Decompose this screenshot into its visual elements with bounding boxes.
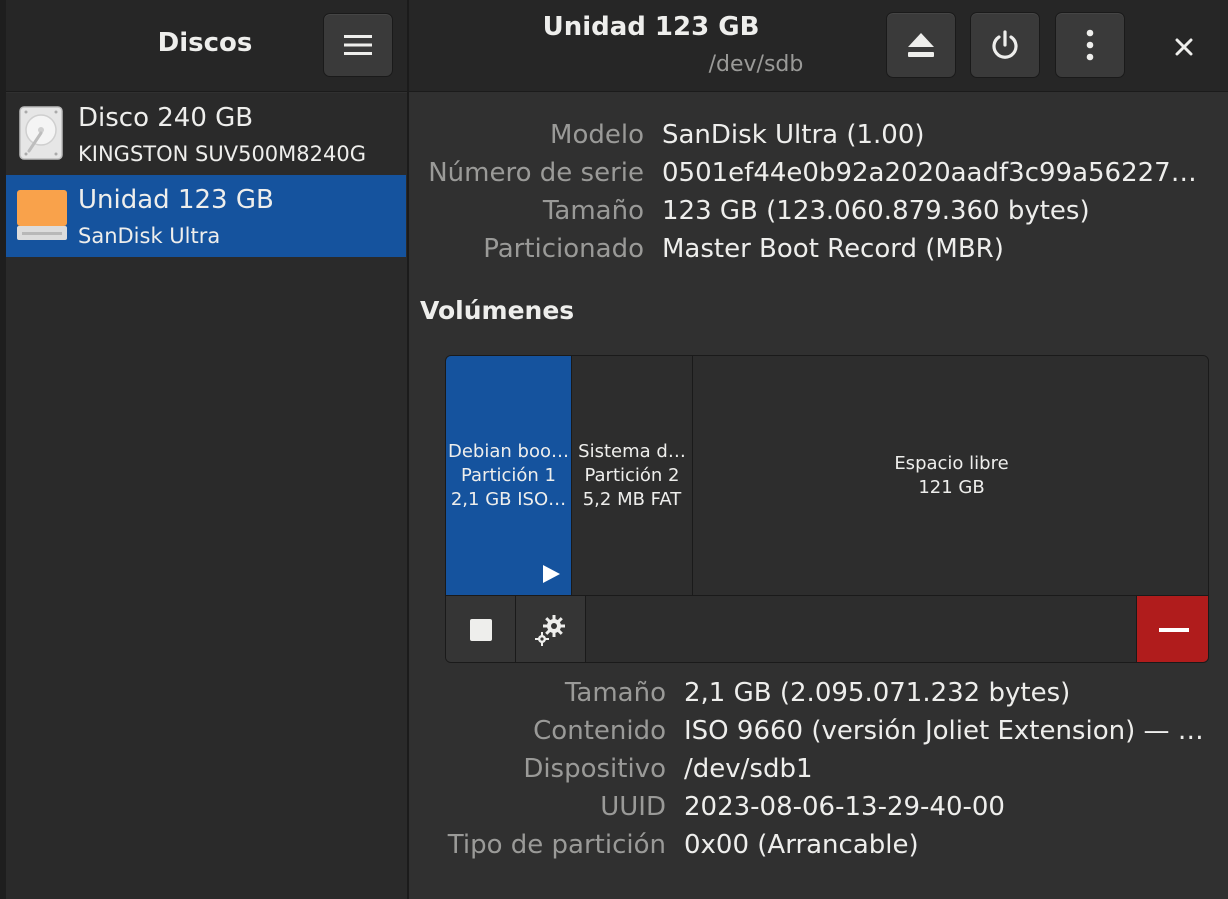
volume-size-type: 5,2 MB FAT (582, 488, 682, 510)
partitioning-value: Master Boot Record (MBR) (662, 234, 1004, 264)
gears-icon (534, 615, 565, 646)
disk-model: KINGSTON SUV500M8240G (78, 142, 367, 166)
drive-options-button[interactable] (1055, 12, 1125, 78)
volume-label: Debian boo… (448, 440, 569, 462)
volume-size: 121 GB (918, 476, 985, 498)
partitioning-label: Particionado (483, 234, 644, 264)
mounted-play-icon (543, 565, 560, 583)
drive-title: Unidad 123 GB (542, 12, 760, 42)
volume-free-space[interactable]: Espacio libre 121 GB (692, 356, 1208, 595)
disks-window: Discos Disco 240 GB KINGSTON SUV500M8240… (6, 0, 1228, 899)
volume-settings-button[interactable] (516, 596, 586, 662)
volume-partition-1[interactable]: Debian boo… Partición 1 2,1 GB ISO… (446, 356, 571, 595)
partition-type-value: 0x00 (Arrancable) (684, 830, 919, 860)
power-off-button[interactable] (970, 12, 1040, 78)
volume-toolbar (446, 595, 1208, 662)
volume-map: Debian boo… Partición 1 2,1 GB ISO… Sist… (445, 355, 1209, 663)
volume-partition-2[interactable]: Sistema d… Partición 2 5,2 MB FAT (571, 356, 692, 595)
device-value: /dev/sdb1 (684, 754, 813, 784)
disk-list-item[interactable]: Disco 240 GB KINGSTON SUV500M8240G (6, 93, 406, 175)
content-value: ISO 9660 (versión Joliet Extension) — … (684, 716, 1204, 746)
size-value: 123 GB (123.060.879.360 bytes) (662, 196, 1090, 226)
stop-icon (469, 619, 492, 641)
hamburger-menu-icon (344, 35, 372, 55)
uuid-value: 2023-08-06-13-29-40-00 (684, 792, 1005, 822)
serial-label: Número de serie (428, 158, 644, 188)
disk-model: SanDisk Ultra (78, 224, 221, 248)
disk-name: Unidad 123 GB (78, 185, 274, 215)
header-bar: Unidad 123 GB /dev/sdb (409, 0, 1228, 92)
disk-name: Disco 240 GB (78, 103, 254, 133)
minus-icon (1158, 628, 1189, 632)
disk-list-item-selected[interactable]: Unidad 123 GB SanDisk Ultra (6, 175, 406, 257)
close-button[interactable] (1167, 30, 1201, 64)
eject-button[interactable] (886, 12, 956, 78)
volume-label: Sistema d… (578, 440, 686, 462)
volume-size-value: 2,1 GB (2.095.071.232 bytes) (684, 678, 1071, 708)
usb-drive-icon (17, 190, 67, 240)
close-icon (1175, 38, 1193, 56)
main-menu-button[interactable] (323, 13, 393, 77)
drive-subtitle: /dev/sdb (708, 52, 804, 77)
eject-icon (908, 33, 934, 57)
sidebar-header: Discos (6, 0, 407, 92)
volume-label: Espacio libre (894, 452, 1009, 474)
serial-value: 0501ef44e0b92a2020aadf3c99a56227… (662, 158, 1197, 188)
hard-disk-icon (19, 106, 63, 160)
volumes-title: Volúmenes (420, 296, 575, 325)
content-label: Contenido (533, 716, 666, 746)
size-label: Tamaño (542, 196, 644, 226)
stop-volume-button[interactable] (446, 596, 516, 662)
disk-list: Disco 240 GB KINGSTON SUV500M8240G Unida… (6, 93, 407, 899)
volume-size-label: Tamaño (564, 678, 666, 708)
uuid-label: UUID (600, 792, 666, 822)
model-value: SanDisk Ultra (1.00) (662, 120, 925, 150)
partition-type-label: Tipo de partición (447, 830, 666, 860)
power-icon (992, 30, 1018, 59)
volume-partition-number: Partición 1 (460, 464, 557, 486)
model-label: Modelo (550, 120, 644, 150)
device-label: Dispositivo (523, 754, 666, 784)
volume-partition-number: Partición 2 (584, 464, 680, 486)
volume-size-type: 2,1 GB ISO… (450, 488, 567, 510)
drive-details: Modelo SanDisk Ultra (1.00) Número de se… (409, 93, 1228, 899)
more-options-icon (1086, 29, 1094, 61)
delete-partition-button[interactable] (1136, 596, 1208, 662)
